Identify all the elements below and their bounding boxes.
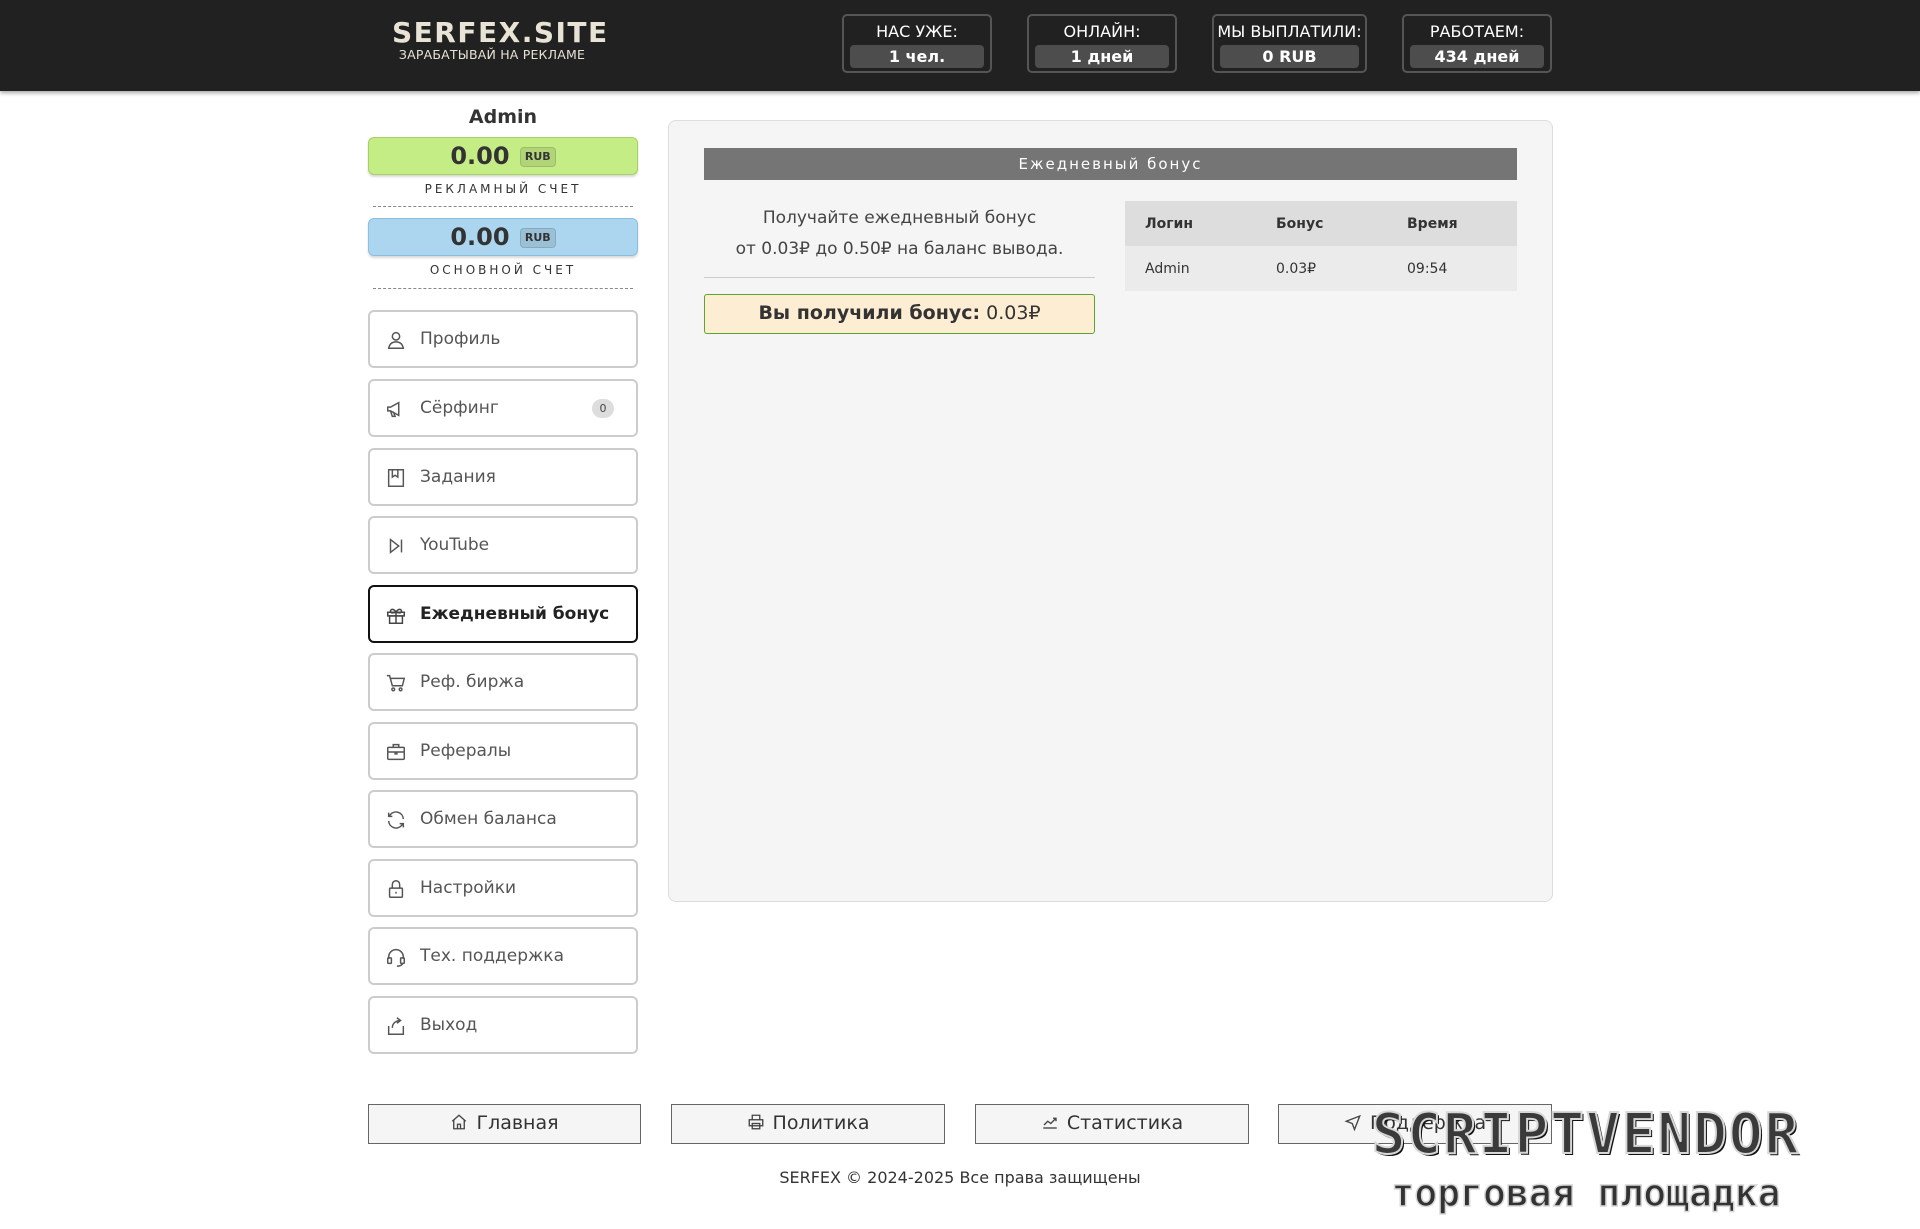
panel-title: Ежедневный бонус <box>704 148 1517 180</box>
watermark-title: SCRIPTVENDOR <box>1371 1101 1801 1168</box>
watermark-subtitle: торговая площадка <box>1391 1170 1781 1216</box>
sidebar-item-label: Тех. поддержка <box>420 946 564 966</box>
sidebar-item-logout[interactable]: Выход <box>368 996 638 1054</box>
main-balance-caption: ОСНОВНОЙ СЧЕТ <box>429 263 577 277</box>
sidebar-item-label: Настройки <box>420 878 517 898</box>
sidebar-item-label: Рефералы <box>420 741 512 761</box>
divider <box>373 288 633 289</box>
description-line: Получайте ежедневный бонус <box>762 208 1037 228</box>
user-icon <box>387 331 405 349</box>
alert-prefix: Вы получили бонус: <box>758 302 981 324</box>
home-icon <box>452 1114 467 1130</box>
alert-value: 0.03₽ <box>986 302 1041 324</box>
sidebar-item-support[interactable]: Тех. поддержка <box>368 927 638 985</box>
sidebar-item-tasks[interactable]: Задания <box>368 448 638 506</box>
table-row: Admin 0.03₽ 09:54 <box>1125 246 1517 291</box>
top-header: SERFEX.SITE ЗАРАБАТЫВАЙ НА РЕКЛАМЕ НАС У… <box>0 0 1920 91</box>
sidebar-item-label: Ежедневный бонус <box>420 604 610 624</box>
stat-users: НАС УЖЕ: 1 чел. <box>842 14 992 73</box>
stat-value: 434 дней <box>1410 45 1544 68</box>
play-icon <box>389 538 403 554</box>
sidebar-item-label: Сёрфинг <box>420 398 499 418</box>
column-header-time: Время <box>1387 201 1517 246</box>
headset-icon <box>387 949 405 967</box>
cart-icon <box>386 674 406 692</box>
sidebar-item-label: YouTube <box>420 535 490 555</box>
divider <box>373 206 633 207</box>
sidebar-item-label: Обмен баланса <box>420 809 557 829</box>
task-icon <box>387 469 405 487</box>
stat-label: МЫ ВЫПЛАТИЛИ: <box>1217 22 1362 41</box>
refresh-icon <box>387 811 405 829</box>
printer-icon <box>748 1114 763 1130</box>
table-cell-login: Admin <box>1125 246 1256 291</box>
bonus-description: Получайте ежедневный бонус от 0.03₽ до 0… <box>704 203 1095 265</box>
table-header-row: Логин Бонус Время <box>1125 201 1517 246</box>
table-cell-time: 09:54 <box>1387 246 1517 291</box>
ad-balance-amount: 0.00 <box>450 142 510 170</box>
logo-title: SERFEX.SITE <box>392 16 609 49</box>
sidebar-item-referrals[interactable]: Рефералы <box>368 722 638 780</box>
column-header-bonus: Бонус <box>1256 201 1387 246</box>
lock-icon <box>388 880 404 898</box>
sidebar-item-balance-exchange[interactable]: Обмен баланса <box>368 790 638 848</box>
ad-balance-caption: РЕКЛАМНЫЙ СЧЕТ <box>424 182 582 196</box>
sidebar-item-label: Выход <box>420 1015 478 1035</box>
sidebar-item-youtube[interactable]: YouTube <box>368 516 638 574</box>
footer-button-label: Политика <box>772 1112 870 1134</box>
sidebar-item-label: Задания <box>420 467 496 487</box>
stat-paid: МЫ ВЫПЛАТИЛИ: 0 RUB <box>1212 14 1367 73</box>
column-header-login: Логин <box>1125 201 1256 246</box>
description-line: от 0.03₽ до 0.50₽ на баланс вывода. <box>735 239 1064 259</box>
stat-value: 0 RUB <box>1220 45 1359 68</box>
table-cell-bonus: 0.03₽ <box>1256 246 1387 291</box>
logo-subtitle: ЗАРАБАТЫВАЙ НА РЕКЛАМЕ <box>398 47 586 62</box>
bonus-history-table: Логин Бонус Время Admin 0.03₽ 09:54 <box>1125 201 1517 291</box>
briefcase-icon <box>387 743 405 761</box>
main-balance-amount: 0.00 <box>450 223 510 251</box>
sidebar-item-label: Реф. биржа <box>420 672 525 692</box>
stat-online: ОНЛАЙН: 1 дней <box>1027 14 1177 73</box>
site-logo[interactable]: SERFEX.SITE ЗАРАБАТЫВАЙ НА РЕКЛАМЕ <box>392 16 609 62</box>
footer-policy-button[interactable]: Политика <box>671 1104 945 1144</box>
stat-value: 1 дней <box>1035 45 1169 68</box>
count-badge: 0 <box>592 399 614 418</box>
sidebar-item-daily-bonus[interactable]: Ежедневный бонус <box>368 585 638 643</box>
stat-value: 1 чел. <box>850 45 984 68</box>
stat-label: НАС УЖЕ: <box>876 22 958 41</box>
footer-button-label: Главная <box>476 1112 559 1134</box>
footer-stats-button[interactable]: Статистика <box>975 1104 1249 1144</box>
sidebar-item-profile[interactable]: Профиль <box>368 310 638 368</box>
currency-badge: RUB <box>519 147 556 167</box>
gift-icon <box>387 608 405 624</box>
sidebar-item-surfing[interactable]: Сёрфинг 0 <box>368 379 638 437</box>
watermark: SCRIPTVENDOR торговая площадка <box>1266 1100 1906 1220</box>
username: Admin <box>468 106 538 128</box>
footer-home-button[interactable]: Главная <box>368 1104 641 1144</box>
stat-label: ОНЛАЙН: <box>1063 22 1141 41</box>
ad-balance[interactable]: 0.00 RUB <box>368 137 638 175</box>
bonus-received-alert: Вы получили бонус: 0.03₽ <box>704 294 1095 334</box>
main-balance[interactable]: 0.00 RUB <box>368 218 638 256</box>
stat-working: РАБОТАЕМ: 434 дней <box>1402 14 1552 73</box>
divider <box>704 277 1095 278</box>
sidebar-item-settings[interactable]: Настройки <box>368 859 638 917</box>
exit-icon <box>387 1017 405 1035</box>
sidebar-item-label: Профиль <box>420 329 501 349</box>
chart-icon <box>1043 1117 1057 1129</box>
footer-button-label: Статистика <box>1066 1112 1184 1134</box>
currency-badge: RUB <box>519 228 556 248</box>
megaphone-icon <box>387 401 400 418</box>
sidebar-item-ref-exchange[interactable]: Реф. биржа <box>368 653 638 711</box>
stat-label: РАБОТАЕМ: <box>1429 22 1525 41</box>
